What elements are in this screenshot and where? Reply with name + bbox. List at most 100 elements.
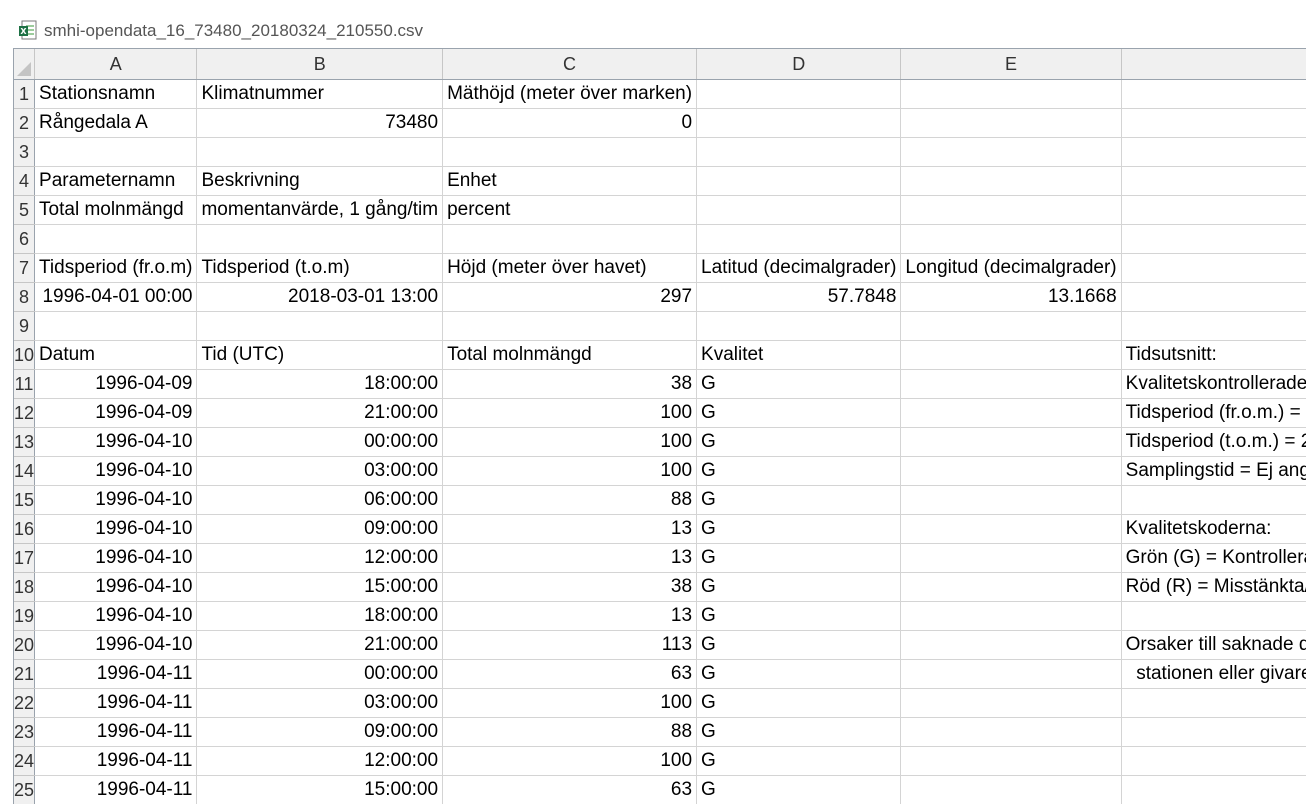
cell-e16[interactable] (900, 514, 1122, 544)
cell-b15[interactable]: 06:00:00 (196, 485, 444, 515)
cell-d10[interactable]: Kvalitet (696, 340, 902, 370)
cell-f2[interactable] (1121, 108, 1306, 138)
cell-a17[interactable]: 1996-04-10 (34, 543, 198, 573)
row-header[interactable]: 17 (14, 543, 36, 573)
cell-d12[interactable]: G (696, 398, 902, 428)
cell-b4[interactable]: Beskrivning (196, 166, 444, 196)
cell-a8[interactable]: 1996-04-01 00:00 (34, 282, 198, 312)
cell-f14[interactable]: Samplingstid = Ej angivet (1121, 456, 1306, 486)
cell-c11[interactable]: 38 (442, 369, 698, 399)
cell-a7[interactable]: Tidsperiod (fr.o.m) (34, 253, 198, 283)
row-header[interactable]: 19 (14, 601, 36, 631)
row-header[interactable]: 23 (14, 717, 36, 747)
cell-a4[interactable]: Parameternamn (34, 166, 198, 196)
cell-d13[interactable]: G (696, 427, 902, 457)
cell-a5[interactable]: Total molnmängd (34, 195, 198, 225)
cell-b3[interactable] (196, 137, 444, 167)
cell-f10[interactable]: Tidsutsnitt: (1121, 340, 1306, 370)
cell-a12[interactable]: 1996-04-09 (34, 398, 198, 428)
cell-a9[interactable] (34, 311, 198, 341)
cell-a11[interactable]: 1996-04-09 (34, 369, 198, 399)
cell-a13[interactable]: 1996-04-10 (34, 427, 198, 457)
cell-a10[interactable]: Datum (34, 340, 198, 370)
cell-d16[interactable]: G (696, 514, 902, 544)
column-header-c[interactable]: C (442, 49, 698, 80)
row-header[interactable]: 18 (14, 572, 36, 602)
cell-e13[interactable] (900, 427, 1122, 457)
cell-a2[interactable]: Rångedala A (34, 108, 198, 138)
cell-a1[interactable]: Stationsnamn (34, 79, 198, 109)
cell-d18[interactable]: G (696, 572, 902, 602)
row-header[interactable]: 14 (14, 456, 36, 486)
cell-e23[interactable] (900, 717, 1122, 747)
cell-f9[interactable] (1121, 311, 1306, 341)
cell-a20[interactable]: 1996-04-10 (34, 630, 198, 660)
cell-c16[interactable]: 13 (442, 514, 698, 544)
cell-b16[interactable]: 09:00:00 (196, 514, 444, 544)
row-header[interactable]: 6 (14, 224, 36, 254)
row-header[interactable]: 15 (14, 485, 36, 515)
cell-a23[interactable]: 1996-04-11 (34, 717, 198, 747)
cell-f6[interactable] (1121, 224, 1306, 254)
cell-d2[interactable] (696, 108, 902, 138)
row-header[interactable]: 13 (14, 427, 36, 457)
cell-d1[interactable] (696, 79, 902, 109)
row-header[interactable]: 1 (14, 79, 36, 109)
cell-b2[interactable]: 73480 (196, 108, 444, 138)
cell-b11[interactable]: 18:00:00 (196, 369, 444, 399)
cell-e5[interactable] (900, 195, 1122, 225)
cell-e10[interactable] (900, 340, 1122, 370)
spreadsheet-grid[interactable]: ABCDEFGHIJK 1StationsnamnKlimatnummerMät… (13, 48, 1306, 804)
cell-d3[interactable] (696, 137, 902, 167)
row-header[interactable]: 22 (14, 688, 36, 718)
cell-d24[interactable]: G (696, 746, 902, 776)
cell-b21[interactable]: 00:00:00 (196, 659, 444, 689)
cell-b12[interactable]: 21:00:00 (196, 398, 444, 428)
cell-e1[interactable] (900, 79, 1122, 109)
row-header[interactable]: 9 (14, 311, 36, 341)
column-header-f[interactable]: F (1121, 49, 1306, 80)
cell-d4[interactable] (696, 166, 902, 196)
row-header[interactable]: 2 (14, 108, 36, 138)
cell-c15[interactable]: 88 (442, 485, 698, 515)
sheet-table[interactable]: ABCDEFGHIJK 1StationsnamnKlimatnummerMät… (14, 49, 1306, 804)
cell-b23[interactable]: 09:00:00 (196, 717, 444, 747)
cell-c21[interactable]: 63 (442, 659, 698, 689)
cell-e6[interactable] (900, 224, 1122, 254)
row-header[interactable]: 10 (14, 340, 36, 370)
cell-c20[interactable]: 113 (442, 630, 698, 660)
cell-f7[interactable] (1121, 253, 1306, 283)
cell-f1[interactable] (1121, 79, 1306, 109)
cell-f13[interactable]: Tidsperiod (t.o.m.) = 2017-12-01 06:00:0… (1121, 427, 1306, 457)
cell-e21[interactable] (900, 659, 1122, 689)
cell-c2[interactable]: 0 (442, 108, 698, 138)
cell-c23[interactable]: 88 (442, 717, 698, 747)
column-header-d[interactable]: D (696, 49, 902, 80)
cell-a3[interactable] (34, 137, 198, 167)
cell-e3[interactable] (900, 137, 1122, 167)
cell-c3[interactable] (442, 137, 698, 167)
cell-d6[interactable] (696, 224, 902, 254)
cell-b10[interactable]: Tid (UTC) (196, 340, 444, 370)
cell-d9[interactable] (696, 311, 902, 341)
cell-e11[interactable] (900, 369, 1122, 399)
cell-e25[interactable] (900, 775, 1122, 804)
cell-a24[interactable]: 1996-04-11 (34, 746, 198, 776)
cell-d21[interactable]: G (696, 659, 902, 689)
cell-e20[interactable] (900, 630, 1122, 660)
cell-f15[interactable] (1121, 485, 1306, 515)
cell-d22[interactable]: G (696, 688, 902, 718)
cell-b1[interactable]: Klimatnummer (196, 79, 444, 109)
row-header[interactable]: 8 (14, 282, 36, 312)
cell-c8[interactable]: 297 (442, 282, 698, 312)
cell-d8[interactable]: 57.7848 (696, 282, 902, 312)
cell-f21[interactable]: stationen eller givaren har varit ur fun… (1121, 659, 1306, 689)
cell-b20[interactable]: 21:00:00 (196, 630, 444, 660)
row-header[interactable]: 24 (14, 746, 36, 776)
cell-f8[interactable] (1121, 282, 1306, 312)
row-header[interactable]: 11 (14, 369, 36, 399)
cell-a6[interactable] (34, 224, 198, 254)
cell-f19[interactable] (1121, 601, 1306, 631)
cell-c1[interactable]: Mäthöjd (meter över marken) (442, 79, 698, 109)
cell-c19[interactable]: 13 (442, 601, 698, 631)
